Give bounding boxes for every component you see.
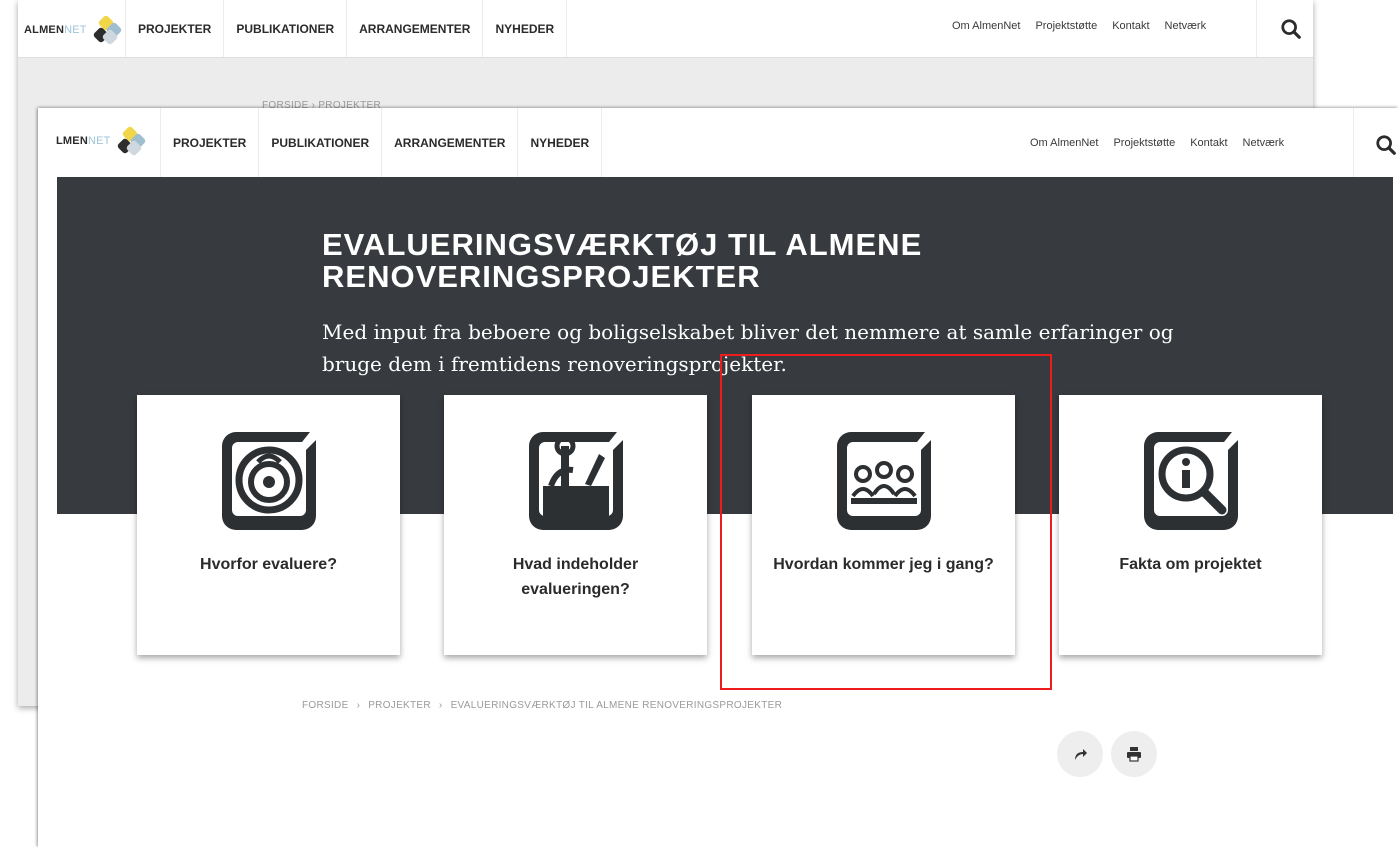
breadcrumb-separator: › bbox=[438, 700, 443, 711]
logo-text: LMEN bbox=[56, 135, 88, 147]
logo-mark-icon bbox=[115, 125, 147, 157]
link-projektstotte[interactable]: Projektstøtte bbox=[1113, 137, 1175, 149]
menu-item-arrangementer[interactable]: ARRANGEMENTER bbox=[381, 108, 517, 178]
hero-subtitle: Med input fra beboere og boligselskabet … bbox=[322, 320, 1174, 376]
breadcrumb-projekter[interactable]: PROJEKTER bbox=[368, 700, 431, 711]
back-navbar: ALMEN NET PROJEKTER PUBLIKATIONER ARRANGE… bbox=[18, 0, 1313, 58]
card-fakta-om-projektet[interactable]: Fakta om projektet bbox=[1059, 395, 1322, 655]
menu-item-projekter[interactable]: PROJEKTER bbox=[160, 108, 258, 178]
back-main-menu: PROJEKTER PUBLIKATIONER ARRANGEMENTER NY… bbox=[125, 0, 568, 57]
card-label: Hvordan kommer jeg i gang? bbox=[773, 556, 994, 573]
logo-text: ALMEN bbox=[24, 24, 65, 36]
breadcrumb: FORSIDE › PROJEKTER › EVALUERINGSVÆRKTØJ… bbox=[302, 700, 782, 711]
front-utility-links: Om AlmenNet Projektstøtte Kontakt Netvær… bbox=[1030, 137, 1284, 149]
logo-text-accent: NET bbox=[87, 135, 111, 147]
back-logo[interactable]: ALMEN NET bbox=[24, 14, 123, 46]
page-title: EVALUERINGSVÆRKTØJ TIL ALMENE RENOVERING… bbox=[322, 227, 923, 294]
logo-mark-icon bbox=[91, 14, 123, 46]
front-main-menu: PROJEKTER PUBLIKATIONER ARRANGEMENTER NY… bbox=[160, 108, 603, 178]
card-label: Fakta om projektet bbox=[1119, 556, 1262, 573]
print-button[interactable] bbox=[1111, 731, 1157, 777]
link-netvaerk[interactable]: Netværk bbox=[1243, 137, 1285, 149]
link-kontakt[interactable]: Kontakt bbox=[1190, 137, 1227, 149]
menu-item-publikationer[interactable]: PUBLIKATIONER bbox=[258, 108, 381, 178]
menu-item-arrangementer[interactable]: ARRANGEMENTER bbox=[346, 0, 482, 57]
divider bbox=[1256, 0, 1257, 57]
front-navbar: LMEN NET PROJEKTER PUBLIKATIONER ARRANGEM… bbox=[38, 108, 1398, 178]
info-magnifier-icon bbox=[1136, 424, 1246, 534]
card-label: Hvorfor evaluere? bbox=[200, 556, 337, 573]
breadcrumb-separator: › bbox=[356, 700, 361, 711]
foreground-window: LMEN NET PROJEKTER PUBLIKATIONER ARRANGEM… bbox=[38, 108, 1398, 847]
menu-item-projekter[interactable]: PROJEKTER bbox=[125, 0, 223, 57]
breadcrumb-current: EVALUERINGSVÆRKTØJ TIL ALMENE RENOVERING… bbox=[450, 700, 783, 711]
link-netvaerk[interactable]: Netværk bbox=[1165, 20, 1207, 32]
print-icon bbox=[1127, 747, 1141, 762]
breadcrumb-forside[interactable]: FORSIDE bbox=[302, 700, 349, 711]
menu-item-nyheder[interactable]: NYHEDER bbox=[482, 0, 568, 57]
search-icon[interactable] bbox=[1280, 18, 1302, 40]
back-utility-links: Om AlmenNet Projektstøtte Kontakt Netvær… bbox=[952, 20, 1206, 32]
toolbox-icon bbox=[521, 424, 631, 534]
link-kontakt[interactable]: Kontakt bbox=[1112, 20, 1149, 32]
search-icon[interactable] bbox=[1375, 134, 1397, 156]
link-om-almennet[interactable]: Om AlmenNet bbox=[1030, 137, 1098, 149]
menu-item-nyheder[interactable]: NYHEDER bbox=[517, 108, 603, 178]
link-projektstotte[interactable]: Projektstøtte bbox=[1035, 20, 1097, 32]
link-om-almennet[interactable]: Om AlmenNet bbox=[952, 20, 1020, 32]
share-icon bbox=[1075, 749, 1087, 760]
front-logo[interactable]: LMEN NET bbox=[56, 125, 147, 157]
logo-text-accent: NET bbox=[64, 24, 87, 36]
card-hvad-indeholder[interactable]: Hvad indeholder evalueringen? bbox=[444, 395, 707, 655]
divider bbox=[1353, 108, 1354, 178]
target-question-icon bbox=[214, 424, 324, 534]
card-hvorfor-evaluere[interactable]: Hvorfor evaluere? bbox=[137, 395, 400, 655]
menu-item-publikationer[interactable]: PUBLIKATIONER bbox=[223, 0, 346, 57]
card-hvordan-kommer[interactable]: Hvordan kommer jeg i gang? bbox=[752, 395, 1015, 655]
share-button[interactable] bbox=[1057, 731, 1103, 777]
card-label: Hvad indeholder evalueringen? bbox=[512, 556, 639, 598]
people-group-icon bbox=[829, 424, 939, 534]
